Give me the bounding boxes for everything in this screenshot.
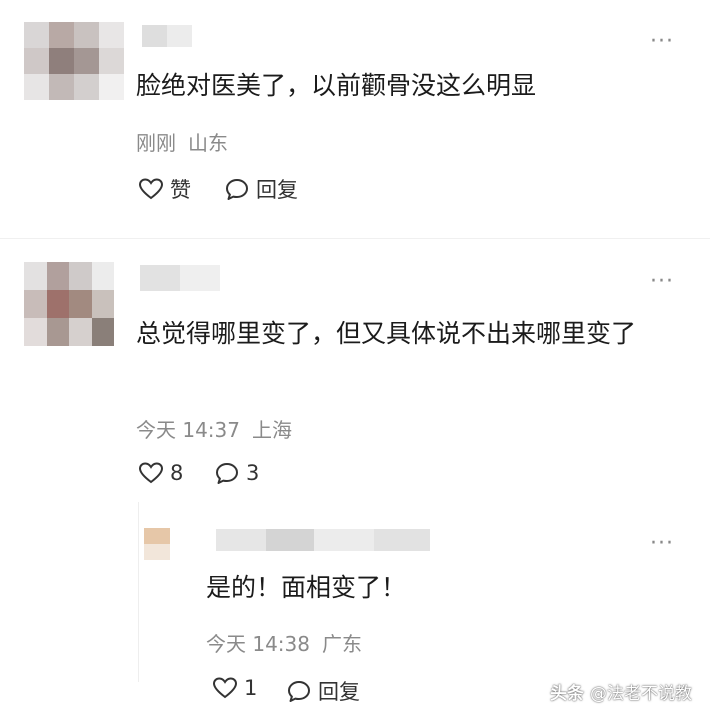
- comment-time: 今天 14:38: [206, 632, 310, 656]
- comment-text: 是的！面相变了！: [206, 573, 407, 602]
- like-count: 1: [244, 676, 258, 700]
- comment-location: 广东: [322, 632, 362, 656]
- avatar-blurred[interactable]: [144, 528, 170, 560]
- more-options-icon[interactable]: ···: [650, 533, 674, 555]
- heart-icon: [212, 677, 238, 699]
- comment-meta: 今天 14:38 广东: [206, 628, 362, 657]
- comment-3-reply: ··· 是的！面相变了！ 今天 14:38 广东 1 回复: [0, 0, 710, 718]
- comment-bubble-icon: [288, 681, 310, 702]
- reply-button[interactable]: 回复: [286, 676, 360, 706]
- watermark: 头条 @法老不说教: [550, 679, 692, 704]
- reply-label: 回复: [318, 680, 360, 704]
- toutiao-logo: 头条: [550, 684, 584, 704]
- like-button[interactable]: 1: [212, 676, 257, 700]
- username-blurred[interactable]: [216, 529, 430, 551]
- watermark-account: @法老不说教: [590, 684, 692, 704]
